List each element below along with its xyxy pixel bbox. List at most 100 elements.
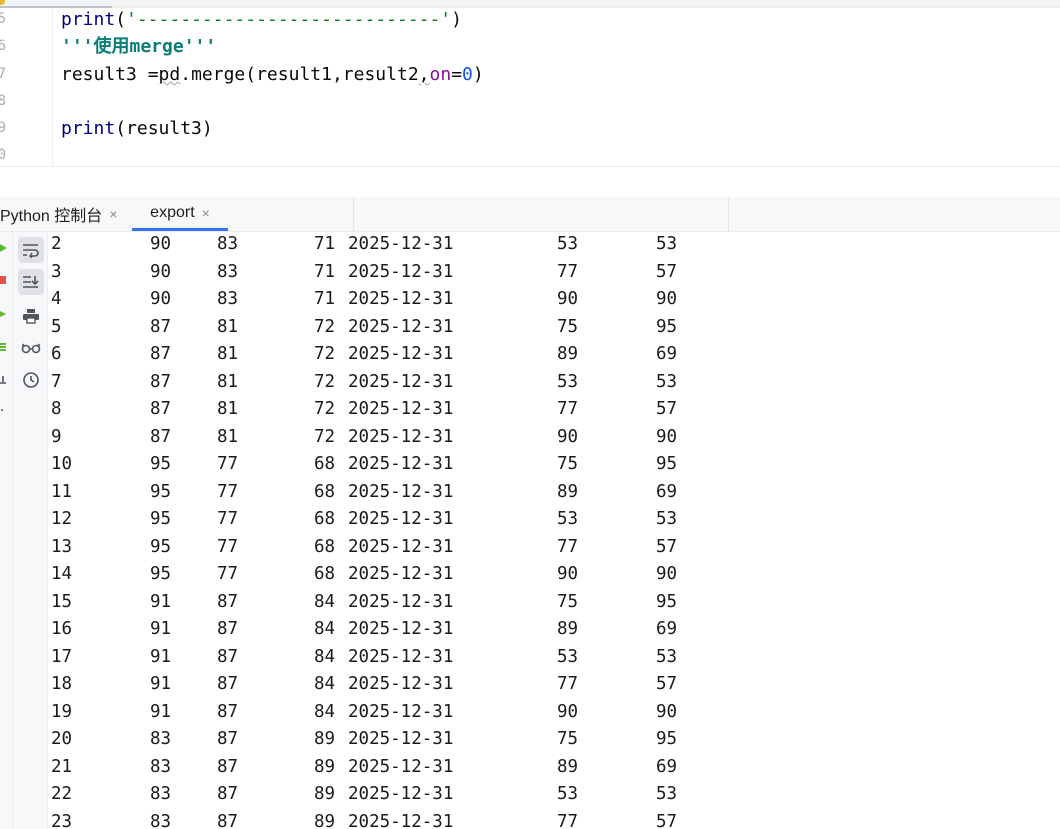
settings-icon[interactable] [0, 376, 8, 384]
console-cell: 83 [150, 729, 172, 749]
console-cell: 90 [656, 426, 678, 447]
console-cell: 89 [314, 811, 336, 829]
console-row: 22 83 87 89 2025-12-31 53 53 [47, 784, 1060, 811]
console-cell: 87 [217, 701, 239, 722]
history-button[interactable] [18, 367, 44, 393]
console-row: 7 87 81 72 2025-12-31 53 53 [47, 372, 1060, 399]
code-token: .merge(result1 [180, 64, 332, 85]
code-line[interactable]: '''使用merge''' [61, 33, 216, 60]
code-token: pd [158, 64, 181, 85]
console-row: 5 87 81 72 2025-12-31 75 95 [47, 317, 1060, 344]
console-cell: 91 [150, 619, 172, 639]
soft-wrap-button[interactable] [18, 237, 44, 263]
close-icon[interactable]: × [202, 205, 210, 221]
console-cell: 68 [314, 564, 336, 584]
console-cell: 75 [557, 316, 579, 337]
tab-divider [353, 197, 354, 231]
console-cell: 2025-12-31 [348, 261, 454, 282]
history-clock-icon [23, 372, 39, 388]
console-cell: 22 [51, 784, 73, 804]
more-icon[interactable] [0, 406, 8, 414]
console-cell: 53 [557, 234, 579, 254]
console-cell: 77 [557, 811, 579, 829]
console-cell: 95 [150, 564, 172, 584]
soft-wrap-icon [23, 244, 39, 258]
console-cell: 77 [217, 454, 239, 474]
tab-python-console[interactable]: Python 控制台 × [0, 197, 117, 231]
console-cell: 68 [314, 454, 336, 474]
code-token: ( [115, 9, 127, 30]
console-cell: 83 [217, 234, 239, 254]
console-cell: 2025-12-31 [348, 426, 454, 447]
console-row: 15 91 87 84 2025-12-31 75 95 [47, 592, 1060, 619]
console-cell: 87 [150, 399, 172, 419]
code-line[interactable]: print(result3) [61, 115, 213, 142]
console-row: 19 91 87 84 2025-12-31 90 90 [47, 702, 1060, 729]
line-number: 5 [0, 11, 6, 27]
console-cell: 90 [150, 289, 172, 309]
console-cell: 89 [314, 756, 336, 777]
console-cell: 71 [314, 261, 336, 282]
console-cell: 71 [314, 234, 336, 254]
code-token: 0 [462, 64, 473, 85]
console-cell: 84 [314, 619, 336, 639]
console-toolbar [13, 232, 48, 829]
code-token: on [429, 64, 452, 85]
console-cell: 53 [557, 509, 579, 529]
console-cell: 18 [51, 674, 73, 694]
console-cell: 95 [150, 509, 172, 529]
console-cell: 57 [656, 536, 678, 557]
line-number: 0 [0, 147, 6, 163]
console-cell: 83 [150, 784, 172, 804]
console-cell: 57 [656, 811, 678, 829]
view-button[interactable] [18, 335, 44, 361]
tab-export-label: export [150, 203, 195, 221]
console-cell: 95 [656, 591, 678, 612]
console-cell: 87 [217, 646, 239, 667]
tab-python-console-label: Python 控制台 [0, 208, 103, 225]
code-token: result3 = [61, 64, 159, 85]
console-output[interactable]: 2 90 83 71 2025-12-31 53 53 3 90 83 71 2025-12-31 77… [47, 232, 1060, 829]
stop-icon[interactable] [0, 276, 8, 284]
console-cell: 87 [150, 344, 172, 364]
console-cell: 2025-12-31 [348, 619, 454, 639]
console-cell: 90 [150, 234, 172, 254]
console-cell: 77 [557, 674, 579, 694]
console-cell: 53 [656, 646, 678, 667]
code-line[interactable]: print('----------------------------') [61, 6, 462, 33]
run-icon[interactable] [0, 244, 8, 252]
console-row: 4 90 83 71 2025-12-31 90 90 [47, 289, 1060, 316]
scroll-to-end-button[interactable] [18, 269, 44, 295]
console-cell: 77 [217, 536, 239, 557]
close-icon[interactable]: × [109, 206, 117, 222]
code-token: print [61, 118, 116, 139]
console-row: 21 83 87 89 2025-12-31 89 69 [47, 757, 1060, 784]
tab-export[interactable]: export × [132, 197, 228, 231]
console-cell: 90 [557, 289, 579, 309]
console-cell: 77 [217, 564, 239, 584]
console-cell: 90 [557, 701, 579, 722]
console-cell: 2025-12-31 [348, 316, 454, 337]
rerun-icon[interactable] [0, 310, 8, 318]
console-cell: 95 [150, 481, 172, 502]
console-cell: 20 [51, 729, 73, 749]
line-number: 9 [0, 120, 6, 136]
print-button[interactable] [18, 303, 44, 329]
console-cell: 87 [217, 729, 239, 749]
console-cell: 89 [557, 481, 579, 502]
variables-icon[interactable] [0, 343, 8, 351]
code-line[interactable]: result3 =pd.merge(result1,result2,on=0) [61, 61, 484, 88]
console-cell: 2025-12-31 [348, 536, 454, 557]
console-cell: 2025-12-31 [348, 674, 454, 694]
console-cell: 90 [150, 261, 172, 282]
console-cell: 2025-12-31 [348, 509, 454, 529]
console-cell: 90 [656, 289, 678, 309]
console-cell: 95 [656, 729, 678, 749]
console-cell: 95 [656, 316, 678, 337]
code-editor[interactable]: 567890 print('--------------------------… [0, 8, 1060, 167]
console-cell: 91 [150, 591, 172, 612]
console-cell: 23 [51, 811, 73, 829]
console-row: 12 95 77 68 2025-12-31 53 53 [47, 509, 1060, 536]
console-cell: 69 [656, 619, 678, 639]
console-cell: 91 [150, 674, 172, 694]
